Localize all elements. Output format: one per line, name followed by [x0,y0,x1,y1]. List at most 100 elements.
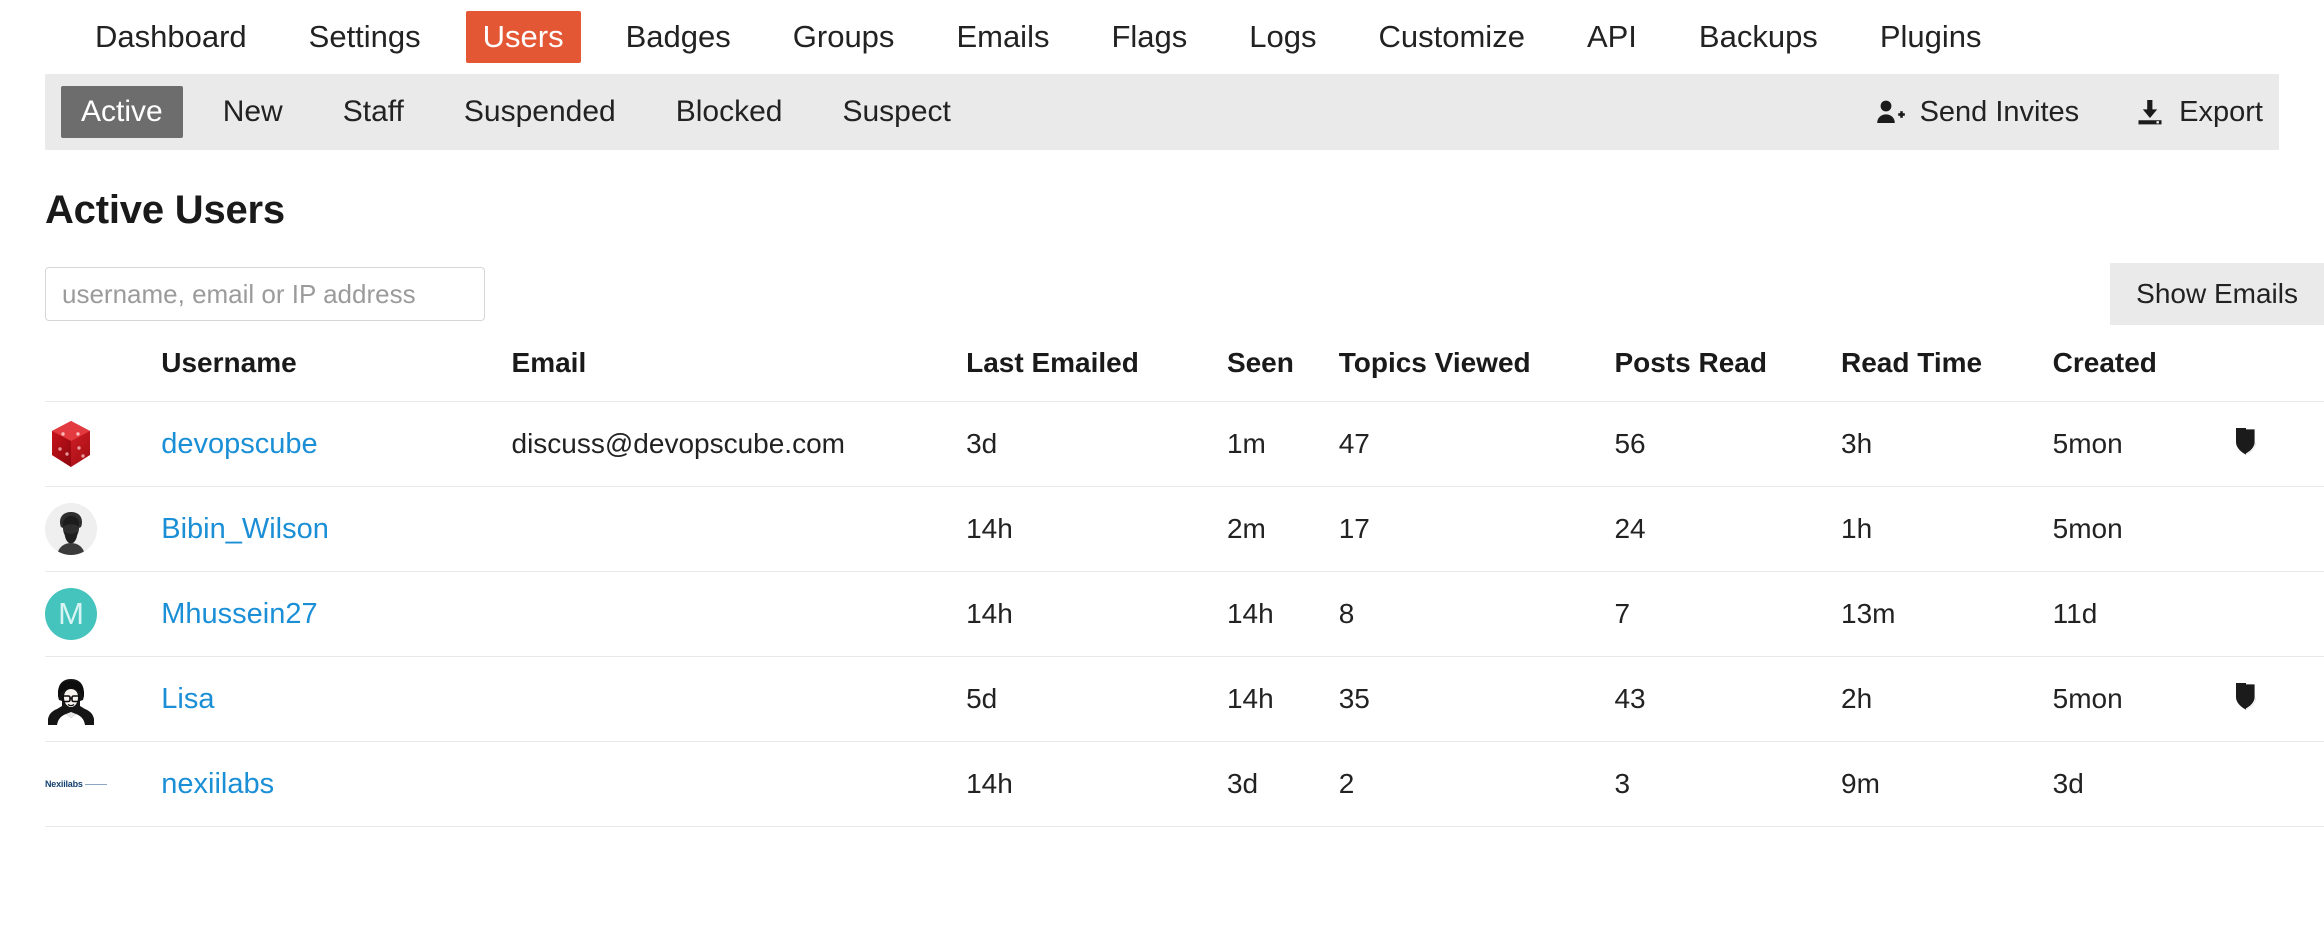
last-emailed-cell: 3d [966,402,1227,487]
admin-nav-item-api[interactable]: API [1570,11,1654,63]
seen-cell: 14h [1227,657,1339,742]
posts-read-cell: 24 [1614,487,1841,572]
tab-new[interactable]: New [203,86,303,138]
table-row[interactable]: Lisa 5d 14h 35 43 2h 5mon [45,657,2324,742]
admin-flag-cell [2234,657,2324,742]
username-cell: Lisa [161,657,511,742]
read-time-cell: 2h [1841,657,2053,742]
avatar-cell [45,402,161,487]
admin-nav-item-customize[interactable]: Customize [1362,11,1542,63]
shield-icon [2234,431,2258,462]
admin-nav-item-flags[interactable]: Flags [1094,11,1204,63]
admin-nav-item-logs[interactable]: Logs [1232,11,1333,63]
created-cell: 3d [2053,742,2235,827]
seen-cell: 1m [1227,402,1339,487]
admin-flag-cell [2234,742,2324,827]
header-created[interactable]: Created [2053,347,2235,402]
posts-read-cell: 7 [1614,572,1841,657]
username-cell: nexiilabs [161,742,511,827]
header-seen[interactable]: Seen [1227,347,1339,402]
export-label: Export [2179,96,2263,129]
table-row[interactable]: M Mhussein27 14h 14h 8 7 13m 11d [45,572,2324,657]
send-invites-button[interactable]: Send Invites [1876,96,2080,129]
last-emailed-cell: 14h [966,572,1227,657]
header-email[interactable]: Email [512,347,967,402]
username-cell: Mhussein27 [161,572,511,657]
read-time-cell: 3h [1841,402,2053,487]
table-row[interactable]: devopscube discuss@devopscube.com 3d 1m … [45,402,2324,487]
admin-flag-cell [2234,487,2324,572]
send-invites-label: Send Invites [1920,96,2080,129]
admin-nav-item-users[interactable]: Users [466,11,581,63]
header-topics-viewed[interactable]: Topics Viewed [1339,347,1615,402]
tab-blocked[interactable]: Blocked [656,86,803,138]
table-row[interactable]: Nexiilabs nexiilabs 14h 3d 2 3 9m 3d [45,742,2324,827]
last-emailed-cell: 5d [966,657,1227,742]
username-link[interactable]: Lisa [161,683,214,715]
email-cell [512,657,967,742]
seen-cell: 14h [1227,572,1339,657]
avatar-cell: Nexiilabs [45,742,161,827]
seen-cell: 2m [1227,487,1339,572]
tab-suspended[interactable]: Suspended [444,86,636,138]
read-time-cell: 9m [1841,742,2053,827]
last-emailed-cell: 14h [966,487,1227,572]
topics-viewed-cell: 8 [1339,572,1615,657]
admin-nav-item-groups[interactable]: Groups [776,11,912,63]
subnav-actions: Send Invites Export [1820,96,2263,129]
nexiilabs-logo-text: Nexiilabs [45,779,83,789]
username-link[interactable]: nexiilabs [161,768,274,800]
admin-nav-item-emails[interactable]: Emails [939,11,1066,63]
tab-active[interactable]: Active [61,86,183,138]
header-avatar [45,347,161,402]
admin-nav-item-settings[interactable]: Settings [292,11,438,63]
header-username[interactable]: Username [161,347,511,402]
nexiilabs-avatar: Nexiilabs [45,774,107,794]
admin-nav-item-backups[interactable]: Backups [1682,11,1835,63]
username-link[interactable]: Bibin_Wilson [161,513,329,545]
topics-viewed-cell: 17 [1339,487,1615,572]
email-cell [512,487,967,572]
users-filter-bar: Active New Staff Suspended Blocked Suspe… [45,74,2279,150]
avatar-cell [45,487,161,572]
users-controls: Show Emails [0,265,2324,323]
topics-viewed-cell: 2 [1339,742,1615,827]
user-search-input[interactable] [45,267,485,321]
export-button[interactable]: Export [2135,96,2263,129]
last-emailed-cell: 14h [966,742,1227,827]
tab-suspect[interactable]: Suspect [822,86,970,138]
email-cell [512,742,967,827]
bibin-wilson-avatar [45,503,97,555]
table-header-row: Username Email Last Emailed Seen Topics … [45,347,2324,402]
admin-nav-item-plugins[interactable]: Plugins [1863,11,1999,63]
lisa-avatar [45,673,161,725]
users-table-container: Username Email Last Emailed Seen Topics … [0,347,2324,827]
admin-nav-item-badges[interactable]: Badges [609,11,748,63]
topics-viewed-cell: 35 [1339,657,1615,742]
page-title: Active Users [45,188,2324,233]
header-read-time[interactable]: Read Time [1841,347,2053,402]
posts-read-cell: 56 [1614,402,1841,487]
admin-flag-cell [2234,572,2324,657]
admin-nav: Dashboard Settings Users Badges Groups E… [0,0,2324,74]
header-posts-read[interactable]: Posts Read [1614,347,1841,402]
posts-read-cell: 43 [1614,657,1841,742]
username-cell: Bibin_Wilson [161,487,511,572]
admin-nav-item-dashboard[interactable]: Dashboard [78,11,264,63]
username-link[interactable]: Mhussein27 [161,598,317,630]
read-time-cell: 1h [1841,487,2053,572]
table-row[interactable]: Bibin_Wilson 14h 2m 17 24 1h 5mon [45,487,2324,572]
header-last-emailed[interactable]: Last Emailed [966,347,1227,402]
email-cell [512,572,967,657]
mhussein27-avatar: M [45,588,97,640]
show-emails-button[interactable]: Show Emails [2110,263,2324,325]
avatar-cell [45,657,161,742]
devopscube-avatar [45,418,161,470]
topics-viewed-cell: 47 [1339,402,1615,487]
email-cell: discuss@devopscube.com [512,402,967,487]
users-filter-tabs: Active New Staff Suspended Blocked Suspe… [61,86,991,138]
created-cell: 5mon [2053,402,2235,487]
logo-tail [85,784,107,785]
username-link[interactable]: devopscube [161,428,317,460]
tab-staff[interactable]: Staff [323,86,424,138]
